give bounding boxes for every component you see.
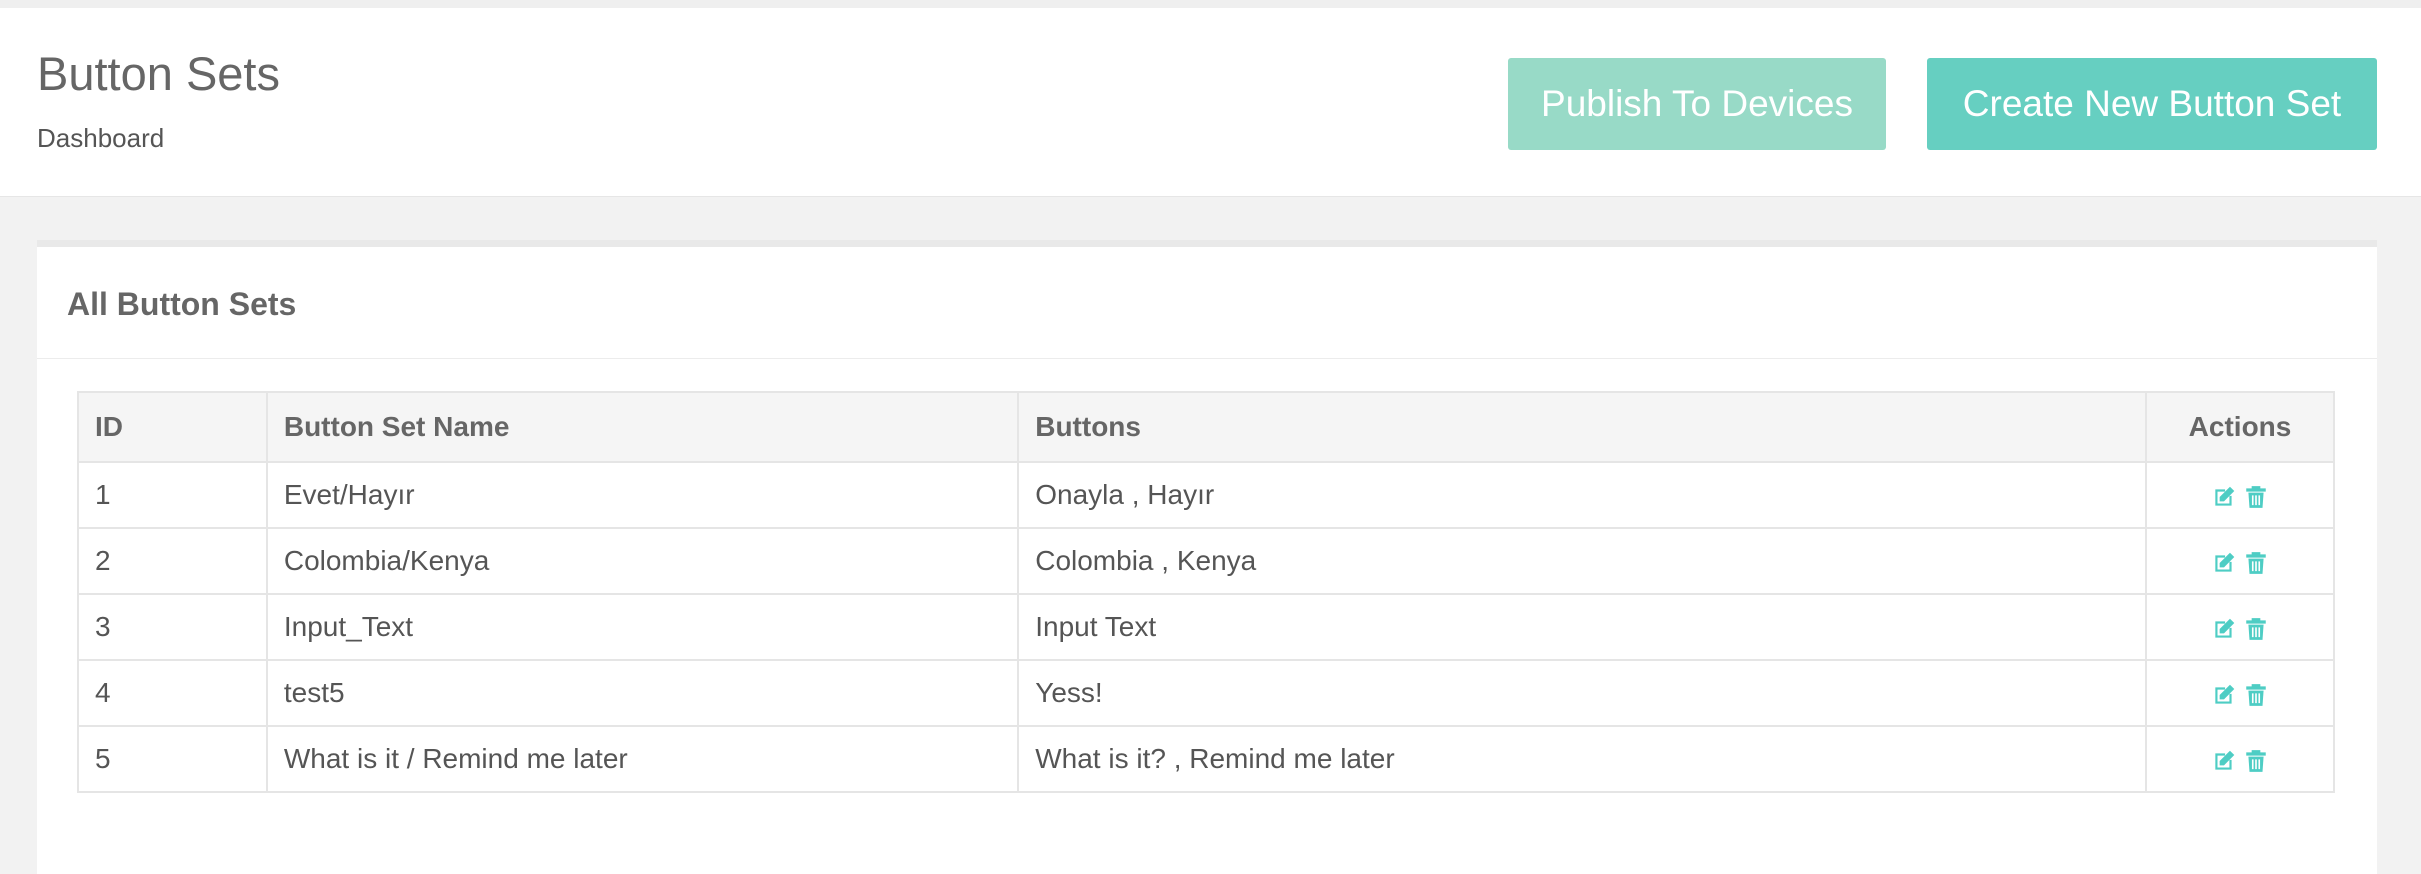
cell-buttons: What is it? , Remind me later [1017, 725, 2148, 793]
publish-to-devices-button[interactable]: Publish To Devices [1508, 58, 1886, 150]
cell-id: 4 [77, 659, 268, 727]
cell-id: 2 [77, 527, 268, 595]
breadcrumb[interactable]: Dashboard [37, 123, 164, 154]
cell-id: 3 [77, 593, 268, 661]
cell-actions [2145, 725, 2335, 793]
cell-buttons: Onayla , Hayır [1017, 461, 2148, 529]
edit-icon[interactable] [2211, 748, 2237, 774]
trash-icon[interactable] [2243, 616, 2269, 642]
cell-buttons: Colombia , Kenya [1017, 527, 2148, 595]
trash-icon[interactable] [2243, 748, 2269, 774]
cell-buttons: Input Text [1017, 593, 2148, 661]
table-row: 3 Input_Text Input Text [77, 593, 2335, 661]
table-row: 5 What is it / Remind me later What is i… [77, 725, 2335, 793]
cell-buttons: Yess! [1017, 659, 2148, 727]
cell-name: Input_Text [265, 593, 1020, 661]
panel-heading: All Button Sets [37, 247, 2377, 359]
page-header: Button Sets Dashboard Publish To Devices… [0, 8, 2421, 197]
table-row: 4 test5 Yess! [77, 659, 2335, 727]
cell-id: 5 [77, 725, 268, 793]
trash-icon[interactable] [2243, 682, 2269, 708]
cell-name: Evet/Hayır [265, 461, 1020, 529]
button-sets-table: ID Button Set Name Buttons Actions 1 Eve… [77, 391, 2335, 793]
trash-icon[interactable] [2243, 550, 2269, 576]
cell-id: 1 [77, 461, 268, 529]
top-strip [0, 0, 2421, 8]
cell-name: test5 [265, 659, 1020, 727]
create-new-button-set-button[interactable]: Create New Button Set [1927, 58, 2377, 150]
column-header-actions: Actions [2145, 391, 2335, 463]
page-title: Button Sets [37, 47, 280, 100]
cell-name: What is it / Remind me later [265, 725, 1020, 793]
edit-icon[interactable] [2211, 550, 2237, 576]
cell-actions [2145, 659, 2335, 727]
column-header-buttons: Buttons [1017, 391, 2148, 463]
cell-actions [2145, 461, 2335, 529]
cell-actions [2145, 593, 2335, 661]
panel-title: All Button Sets [67, 286, 297, 322]
cell-actions [2145, 527, 2335, 595]
column-header-name: Button Set Name [265, 391, 1020, 463]
table-header-row: ID Button Set Name Buttons Actions [77, 391, 2335, 463]
edit-icon[interactable] [2211, 484, 2237, 510]
table-row: 1 Evet/Hayır Onayla , Hayır [77, 461, 2335, 529]
trash-icon[interactable] [2243, 484, 2269, 510]
table-row: 2 Colombia/Kenya Colombia , Kenya [77, 527, 2335, 595]
column-header-id: ID [77, 391, 268, 463]
button-sets-panel: All Button Sets ID Button Set Name Butto… [37, 240, 2377, 874]
edit-icon[interactable] [2211, 682, 2237, 708]
edit-icon[interactable] [2211, 616, 2237, 642]
cell-name: Colombia/Kenya [265, 527, 1020, 595]
